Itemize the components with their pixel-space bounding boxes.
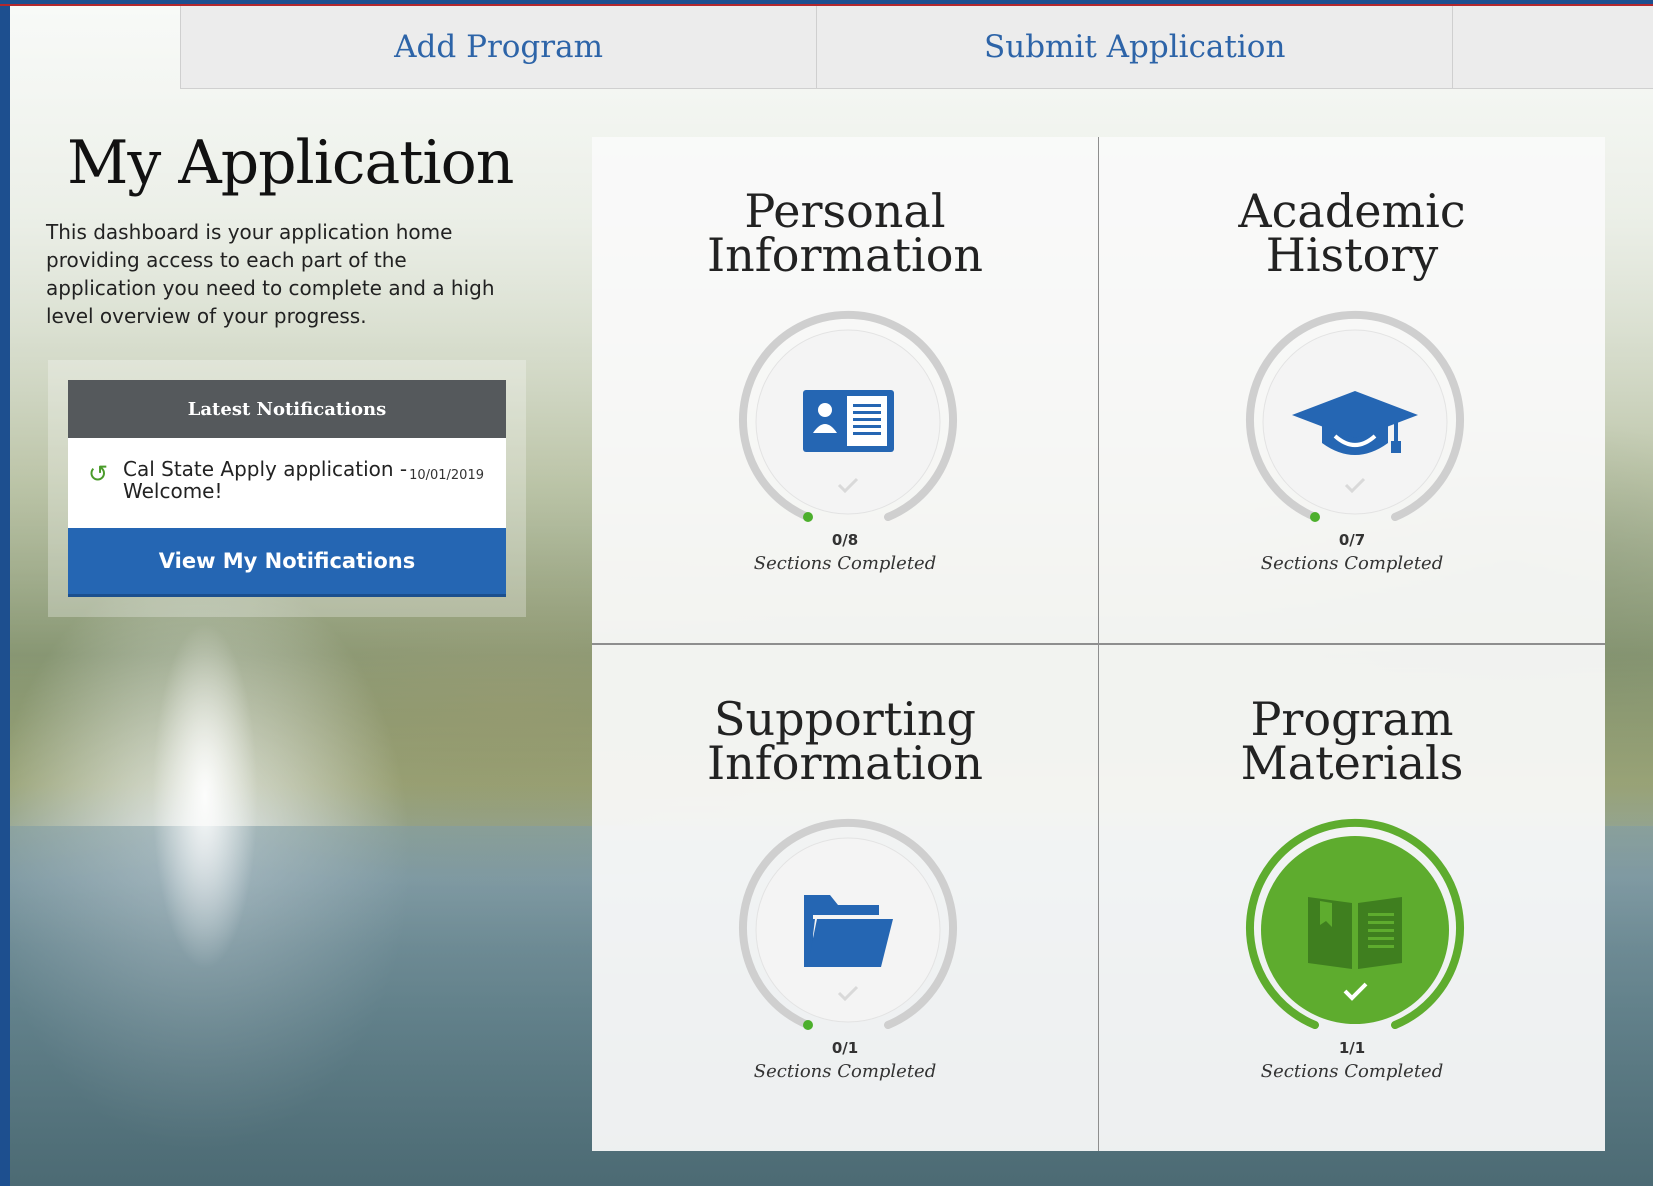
- progress-dot: [1310, 512, 1320, 522]
- progress-ring: [739, 818, 957, 1030]
- tile-program-materials[interactable]: Program Materials 1/1 Sections Completed: [1099, 645, 1605, 1151]
- progress-caption: Sections Completed: [1260, 1061, 1444, 1082]
- notifications-header: Latest Notifications: [68, 380, 506, 438]
- nav-add-program[interactable]: Add Program: [180, 6, 816, 88]
- tile-title: Academic History: [1238, 184, 1466, 282]
- progress-dot: [803, 1020, 813, 1030]
- tile-academic-history[interactable]: Academic History 0/7 Sections Completed: [1099, 137, 1605, 645]
- page-title: My Application: [67, 128, 514, 198]
- tile-personal-information[interactable]: Personal Information 0/8 Sections Comple…: [592, 137, 1099, 645]
- progress-caption: Sections Completed: [753, 1061, 937, 1082]
- progress-ring-complete: [1246, 818, 1464, 1029]
- notification-item[interactable]: ↺ Cal State Apply application - Welcome!…: [68, 438, 506, 528]
- tile-supporting-information[interactable]: Supporting Information 0/1 Sections Comp…: [592, 645, 1099, 1151]
- progress-caption: Sections Completed: [753, 553, 937, 574]
- tile-title: Personal Information: [706, 184, 984, 282]
- progress-dot: [803, 512, 813, 522]
- progress-count: 1/1: [1338, 1039, 1366, 1057]
- refresh-icon: ↺: [88, 460, 109, 488]
- notification-text: Cal State Apply application - Welcome!: [123, 457, 408, 503]
- progress-count: 0/8: [831, 531, 859, 549]
- top-navigation: Add Program Submit Application: [180, 6, 1653, 89]
- tile-title: Program Materials: [1240, 692, 1464, 790]
- page-intro: This dashboard is your application home …: [46, 220, 495, 328]
- progress-ring: [739, 310, 957, 522]
- view-notifications-button[interactable]: View My Notifications: [68, 528, 506, 597]
- notifications-panel: Latest Notifications ↺ Cal State Apply a…: [68, 380, 506, 597]
- progress-ring: [1246, 310, 1464, 522]
- progress-count: 0/1: [831, 1039, 859, 1057]
- dashboard-grid: Personal Information 0/8 Sections Comple…: [592, 137, 1605, 1151]
- progress-caption: Sections Completed: [1260, 553, 1444, 574]
- progress-count: 0/7: [1338, 531, 1366, 549]
- notification-date: 10/01/2019: [409, 468, 484, 483]
- nav-submit-application[interactable]: Submit Application: [816, 6, 1452, 88]
- nav-item-more[interactable]: [1452, 6, 1653, 88]
- id-card-icon: [803, 390, 894, 452]
- tile-title: Supporting Information: [706, 692, 984, 790]
